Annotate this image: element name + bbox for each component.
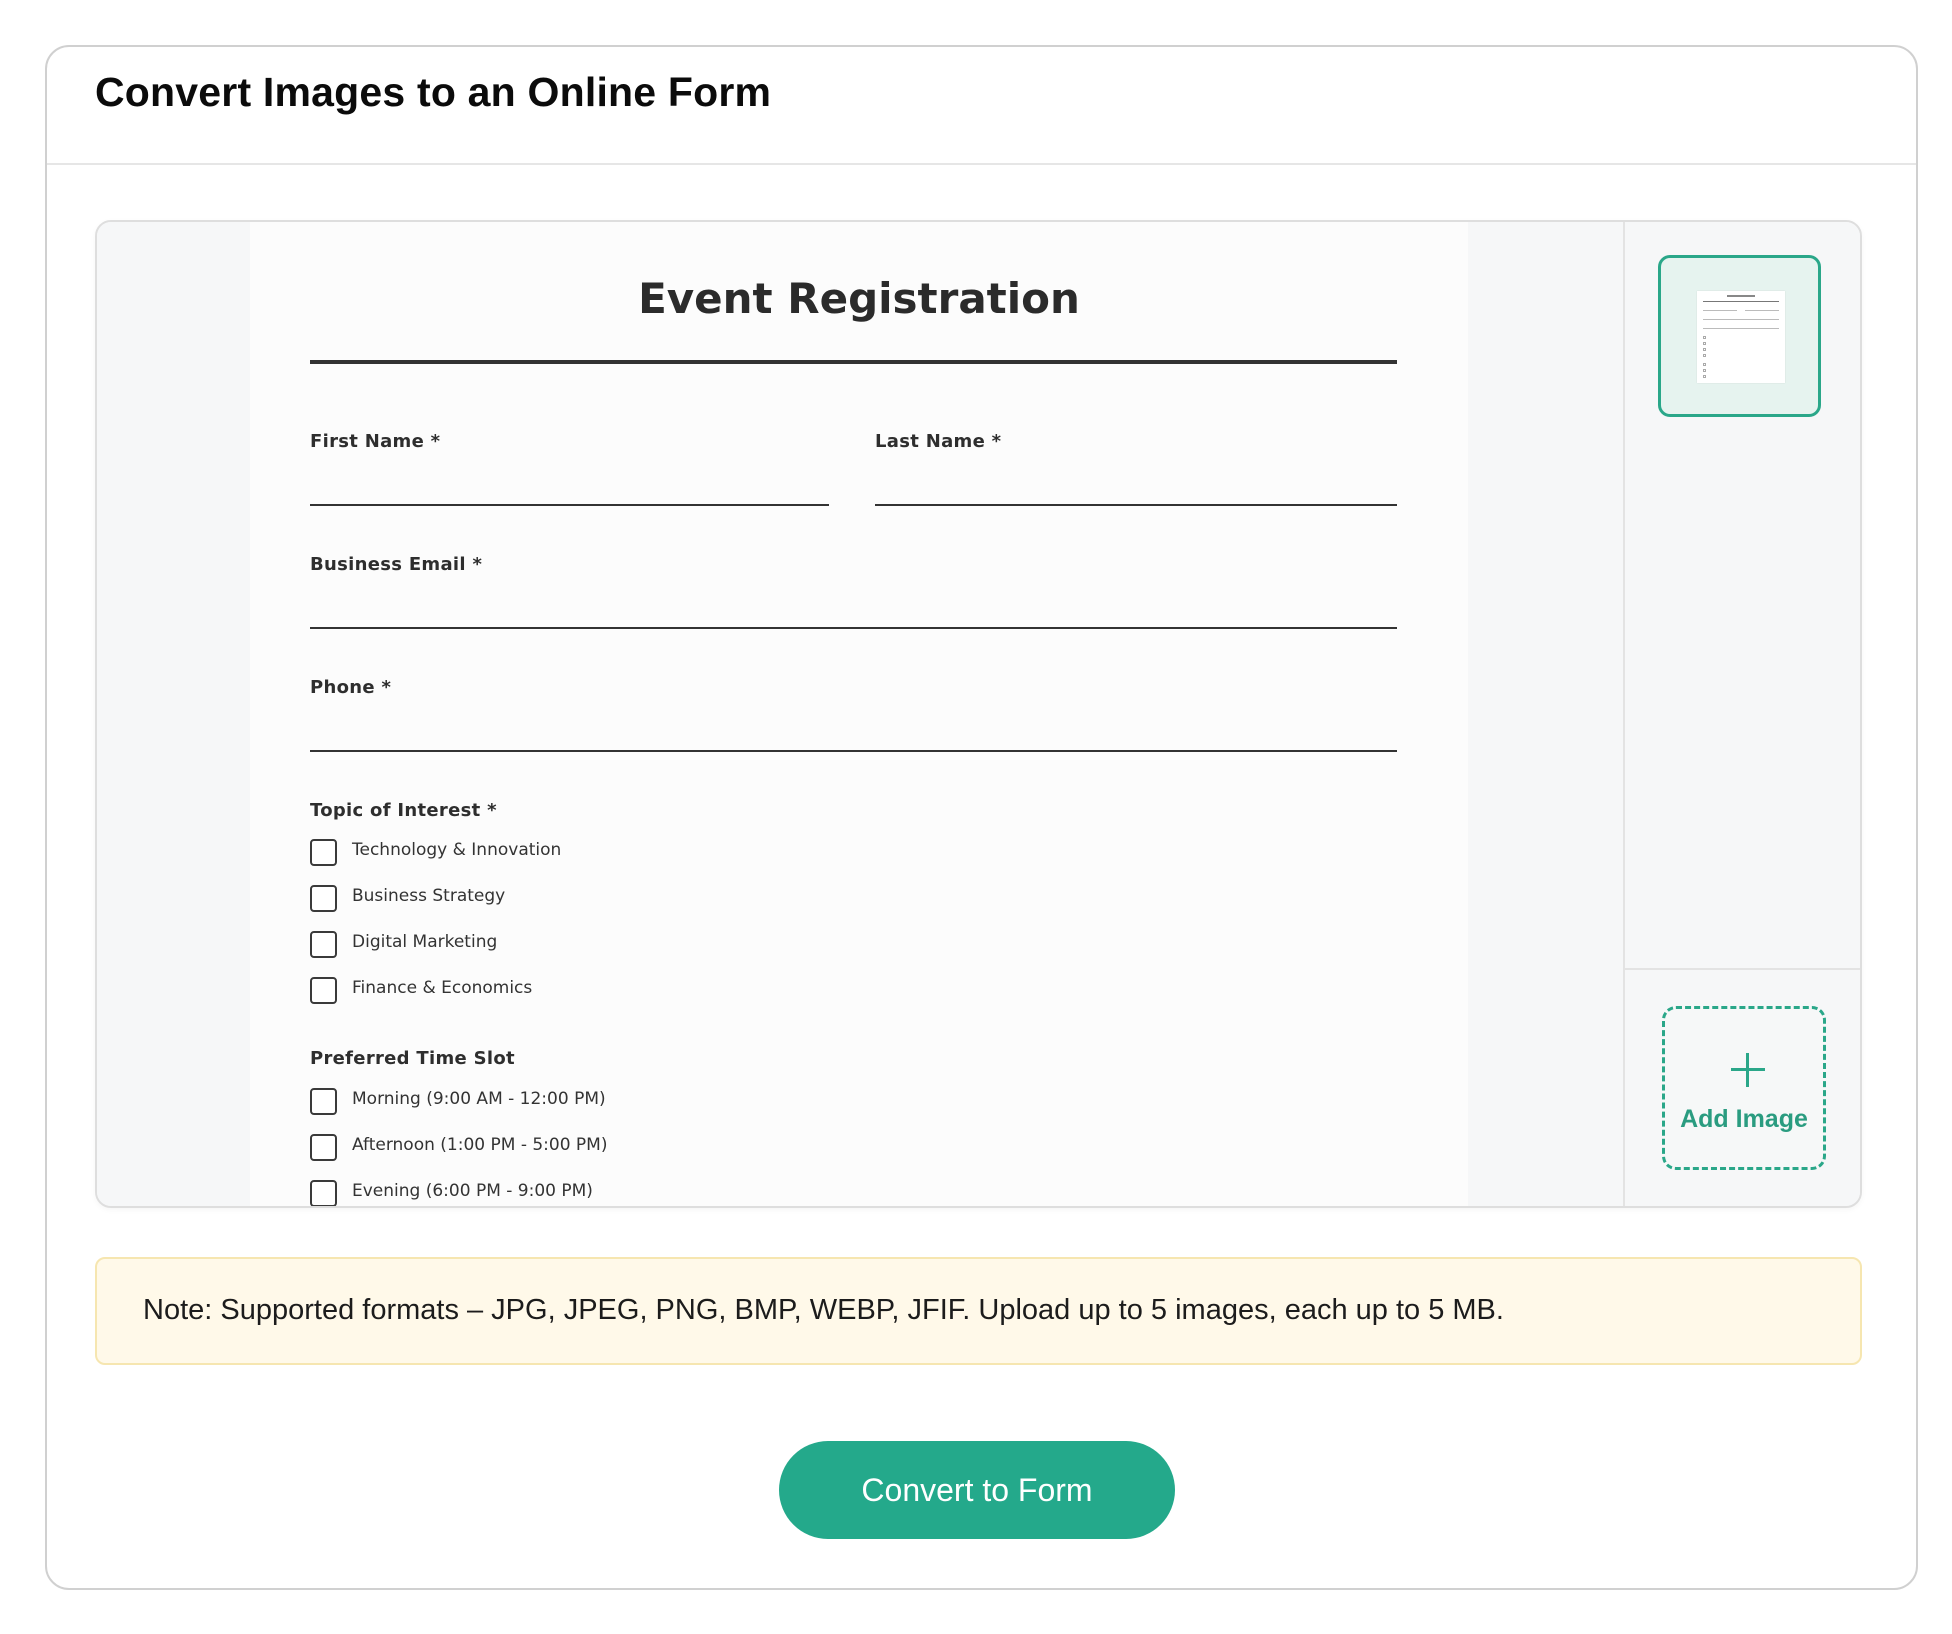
add-image-label: Add Image xyxy=(1680,1105,1808,1133)
thumbnail-page xyxy=(1697,291,1785,383)
converter-card: Convert Images to an Online Form Event R… xyxy=(45,45,1918,1590)
page-title: Convert Images to an Online Form xyxy=(95,69,772,115)
last-name-label: Last Name * xyxy=(875,431,1002,452)
time-slot-label: Preferred Time Slot xyxy=(310,1048,515,1069)
business-email-line xyxy=(310,627,1397,629)
checkbox-icon xyxy=(310,1180,337,1206)
option-label: Finance & Economics xyxy=(352,978,533,998)
card-header: Convert Images to an Online Form xyxy=(47,47,1916,165)
form-title: Event Registration xyxy=(638,274,1080,323)
format-note: Note: Supported formats – JPG, JPEG, PNG… xyxy=(95,1257,1862,1365)
note-text: Note: Supported formats – JPG, JPEG, PNG… xyxy=(143,1294,1504,1326)
first-name-label: First Name * xyxy=(310,431,441,452)
checkbox-icon xyxy=(310,977,337,1004)
checkbox-icon xyxy=(310,1088,337,1115)
sidebar-divider xyxy=(1625,968,1860,970)
image-thumbnail[interactable] xyxy=(1658,255,1821,417)
phone-line xyxy=(310,750,1397,752)
last-name-line xyxy=(875,504,1397,506)
checkbox-icon xyxy=(310,885,337,912)
plus-icon xyxy=(1731,1053,1765,1087)
option-label: Business Strategy xyxy=(352,886,506,906)
first-name-line xyxy=(310,504,829,506)
topic-label: Topic of Interest * xyxy=(310,800,497,821)
option-label: Evening (6:00 PM - 9:00 PM) xyxy=(352,1181,593,1201)
checkbox-icon xyxy=(310,839,337,866)
add-image-button[interactable]: Add Image xyxy=(1662,1006,1826,1170)
convert-to-form-button[interactable]: Convert to Form xyxy=(779,1441,1175,1539)
image-editor: Event Registration First Name * Last Nam… xyxy=(95,220,1862,1208)
image-preview[interactable]: Event Registration First Name * Last Nam… xyxy=(97,222,1623,1206)
option-label: Morning (9:00 AM - 12:00 PM) xyxy=(352,1089,606,1109)
option-label: Digital Marketing xyxy=(352,932,498,952)
phone-label: Phone * xyxy=(310,677,392,698)
title-divider xyxy=(310,360,1397,364)
image-sidebar: Add Image xyxy=(1623,222,1860,1206)
business-email-label: Business Email * xyxy=(310,554,483,575)
option-label: Afternoon (1:00 PM - 5:00 PM) xyxy=(352,1135,608,1155)
checkbox-icon xyxy=(310,931,337,958)
form-image: Event Registration First Name * Last Nam… xyxy=(250,222,1468,1206)
option-label: Technology & Innovation xyxy=(352,840,562,860)
checkbox-icon xyxy=(310,1134,337,1161)
